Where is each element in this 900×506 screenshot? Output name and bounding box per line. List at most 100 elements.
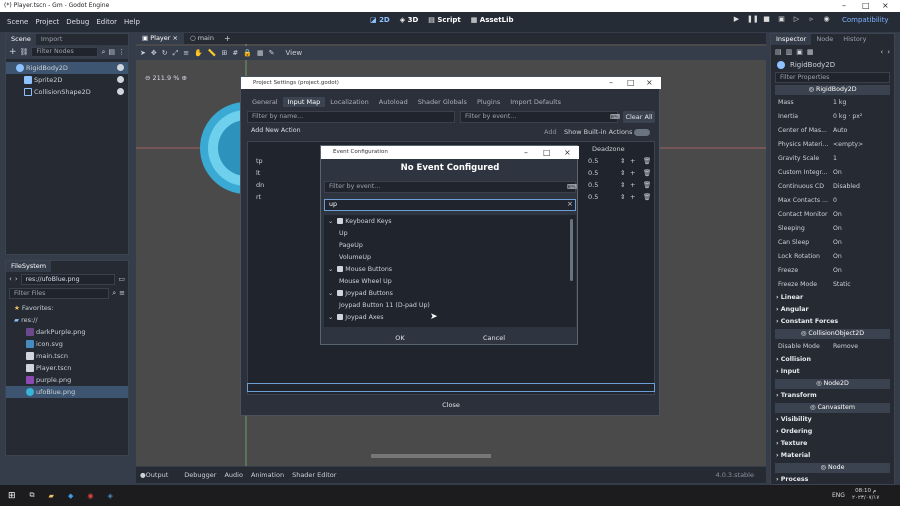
property-row[interactable]: Sleeping On <box>771 222 894 236</box>
deadzone-value[interactable]: 0.5 <box>588 155 598 167</box>
remove-action-icon[interactable]: 🗑 <box>643 167 651 179</box>
property-value[interactable]: On <box>833 166 842 180</box>
inspector-section[interactable]: › Angular <box>771 304 894 316</box>
property-row[interactable]: Disable Mode Remove <box>771 340 894 354</box>
remote-debug-icon[interactable]: ▣ <box>777 15 786 24</box>
screen-assetlib-button[interactable]: ▦ AssetLib <box>471 16 514 24</box>
ok-button[interactable]: OK <box>393 332 407 344</box>
file-ufoblue[interactable]: ufoBlue.png <box>6 386 128 398</box>
spin-icon[interactable]: ⇕ <box>620 179 625 191</box>
select-tool-icon[interactable]: ➤ <box>140 49 146 57</box>
deadzone-value[interactable]: 0.5 <box>588 167 598 179</box>
inspector-section[interactable]: › Ordering <box>771 426 894 438</box>
script-icon[interactable]: ▤ <box>108 48 115 56</box>
property-value[interactable]: 1 kg <box>833 96 846 110</box>
event-item[interactable]: Up <box>324 228 576 240</box>
lock-icon[interactable]: 🔒 <box>243 49 252 57</box>
show-builtin-toggle[interactable] <box>634 129 650 136</box>
view-menu[interactable]: View <box>286 49 303 57</box>
tab-filesystem[interactable]: FileSystem <box>6 261 52 272</box>
property-value[interactable]: 0 <box>833 194 837 208</box>
file-explorer-icon[interactable]: ▰ <box>49 492 54 500</box>
property-value[interactable]: Disabled <box>833 180 860 194</box>
tab-player-scene[interactable]: ▣ Player × <box>136 33 184 44</box>
tab-audio[interactable]: Audio <box>224 471 242 479</box>
grid-icon[interactable]: # <box>232 49 238 57</box>
maximize-icon[interactable]: □ <box>862 0 870 12</box>
property-row[interactable]: Lock Rotation On <box>771 250 894 264</box>
property-value[interactable]: On <box>833 250 842 264</box>
vscode-icon[interactable]: ◆ <box>68 492 73 500</box>
property-row[interactable]: Freeze Mode Static <box>771 278 894 292</box>
minimize-icon[interactable]: – <box>524 146 528 159</box>
property-value[interactable]: Auto <box>833 124 847 138</box>
group-icon[interactable]: ▦ <box>257 49 264 57</box>
tab-general[interactable]: General <box>247 97 283 107</box>
class-header-collisionobject2d[interactable]: ◎ CollisionObject2D <box>775 329 890 339</box>
property-filter-input[interactable]: Filter Properties <box>775 72 890 83</box>
inspector-section[interactable]: › Visibility <box>771 414 894 426</box>
add-node-icon[interactable]: + <box>9 47 17 57</box>
maximize-icon[interactable]: □ <box>627 77 635 89</box>
property-value[interactable]: On <box>833 236 842 250</box>
inspector-section[interactable]: › Constant Forces <box>771 316 894 328</box>
close-icon[interactable]: × <box>882 0 889 12</box>
property-row[interactable]: Freeze On <box>771 264 894 278</box>
keyboard-icon[interactable]: ⌨ <box>567 183 577 191</box>
cancel-button[interactable]: Cancel <box>481 332 507 344</box>
remove-action-icon[interactable]: 🗑 <box>643 191 651 203</box>
play-custom-icon[interactable]: ▹ <box>807 15 816 24</box>
tab-node[interactable]: Node <box>811 34 838 45</box>
godot-icon[interactable]: ◈ <box>107 492 112 500</box>
screen-script-button[interactable]: ▤ Script <box>428 16 460 24</box>
close-button[interactable]: Close <box>433 399 469 411</box>
inspector-section[interactable]: › Linear <box>771 292 894 304</box>
add-event-icon[interactable]: + <box>630 167 635 179</box>
property-row[interactable]: Continuous CD Disabled <box>771 180 894 194</box>
file-filter-input[interactable]: Filter Files <box>9 287 110 299</box>
inspector-section[interactable]: › Collision <box>771 354 894 366</box>
tab-inspector[interactable]: Inspector <box>771 34 812 45</box>
zoom-indicator[interactable]: ⊖ 211.9 % ⊕ <box>145 74 187 82</box>
pan-tool-icon[interactable]: ✋ <box>194 49 203 57</box>
file-main-tscn[interactable]: main.tscn <box>6 350 128 362</box>
more-icon[interactable]: ⋮ <box>118 48 125 56</box>
close-icon[interactable]: × <box>646 77 653 89</box>
property-row[interactable]: Max Contacts ... 0 <box>771 194 894 208</box>
forward-icon[interactable]: › <box>15 275 18 283</box>
menu-editor[interactable]: Editor <box>96 18 117 26</box>
tab-output[interactable]: ●Output <box>140 471 176 479</box>
play-icon[interactable]: ▶ <box>732 15 741 24</box>
property-row[interactable]: Contact Monitor On <box>771 208 894 222</box>
minimize-icon[interactable]: – <box>609 77 613 89</box>
screen-2d-button[interactable]: ◪ 2D <box>370 16 390 24</box>
add-new-action-input[interactable]: Add New Action <box>247 126 537 138</box>
ruler-tool-icon[interactable]: 📏 <box>208 49 217 57</box>
file-purple[interactable]: purple.png <box>6 374 128 386</box>
remove-action-icon[interactable]: 🗑 <box>643 155 651 167</box>
favorites-folder[interactable]: ★ Favorites: <box>6 302 128 314</box>
remove-action-icon[interactable]: 🗑 <box>643 179 651 191</box>
tab-shader-globals[interactable]: Shader Globals <box>413 97 472 107</box>
snap-icon[interactable]: ⊞ <box>222 49 228 57</box>
class-header-canvasitem[interactable]: ◎ CanvasItem <box>775 403 890 413</box>
visibility-eye-icon[interactable] <box>117 64 124 71</box>
property-value[interactable]: On <box>833 208 842 222</box>
tab-scene[interactable]: Scene <box>6 34 36 45</box>
path-field[interactable]: res://ufoBlue.png <box>20 273 116 285</box>
minimize-icon[interactable]: – <box>842 0 846 12</box>
event-list-scrollbar[interactable] <box>570 219 573 281</box>
class-header-node[interactable]: ◎ Node <box>775 463 890 473</box>
menu-project[interactable]: Project <box>35 18 59 26</box>
renderer-select[interactable]: Compatibility <box>842 16 889 24</box>
property-row[interactable]: Custom Integr... On <box>771 166 894 180</box>
tab-debugger[interactable]: Debugger <box>184 471 216 479</box>
tab-import[interactable]: Import <box>36 34 68 45</box>
back-icon[interactable]: ‹ <box>9 275 12 283</box>
language-indicator[interactable]: ENG <box>832 492 845 499</box>
tab-import-defaults[interactable]: Import Defaults <box>505 97 566 107</box>
movie-icon[interactable]: ◉ <box>822 15 831 24</box>
layout-icon[interactable]: ▭ <box>118 275 125 283</box>
move-tool-icon[interactable]: ✥ <box>151 49 157 57</box>
spin-icon[interactable]: ⇕ <box>620 167 625 179</box>
